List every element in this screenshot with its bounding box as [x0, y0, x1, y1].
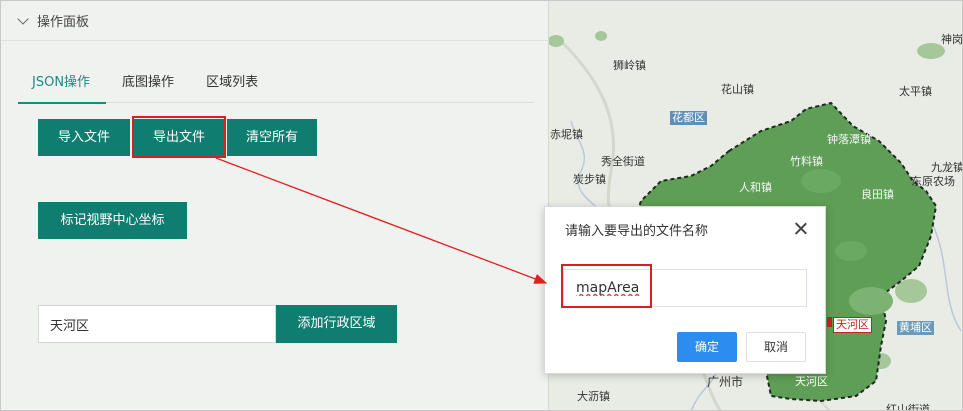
map-label-dali: 大沥镇 — [577, 390, 610, 403]
confirm-button[interactable]: 确定 — [677, 332, 737, 362]
export-highlight-box — [132, 116, 226, 158]
map-label-huashan: 花山镇 — [721, 83, 754, 96]
map-label-shenjing: 神岗 — [941, 33, 963, 46]
tab-basemap[interactable]: 底图操作 — [106, 65, 190, 103]
map-label-zhonglouta: 钟落潭镇 — [827, 133, 871, 146]
map-badge-huangpu: 黄埔区 — [897, 321, 934, 335]
close-icon[interactable] — [793, 221, 809, 237]
map-label-shiling: 狮岭镇 — [613, 59, 646, 72]
cancel-button[interactable]: 取消 — [746, 332, 806, 362]
panel-tabs: JSON操作 底图操作 区域列表 — [18, 65, 534, 104]
clear-all-button[interactable]: 清空所有 — [227, 119, 317, 156]
map-label-liangtian: 良田镇 — [861, 188, 894, 201]
map-label-renhe: 人和镇 — [739, 181, 772, 194]
import-file-button[interactable]: 导入文件 — [38, 119, 130, 156]
tab-json[interactable]: JSON操作 — [18, 65, 107, 104]
map-label-guangzhou: 广州市 — [707, 375, 744, 389]
export-dialog: 请输入要导出的文件名称 确定 取消 — [544, 206, 826, 374]
chevron-down-icon[interactable] — [17, 15, 29, 27]
map-label-dongyuan: 东原农场 — [911, 175, 955, 188]
tab-region-list[interactable]: 区域列表 — [190, 65, 274, 103]
map-label-chini: 赤坭镇 — [550, 128, 583, 141]
mark-view-center-button[interactable]: 标记视野中心坐标 — [38, 202, 187, 239]
filename-input[interactable] — [563, 269, 807, 307]
map-label-zhuliao: 竹料镇 — [790, 155, 823, 168]
map-badge-tianhe-red: 天河区 — [833, 317, 872, 333]
dialog-title: 请输入要导出的文件名称 — [565, 224, 709, 239]
map-label-xiuquan: 秀全街道 — [601, 155, 645, 168]
district-input[interactable] — [38, 305, 276, 343]
panel-title: 操作面板 — [37, 15, 90, 30]
map-label-taiping: 太平镇 — [899, 85, 932, 98]
panel-header[interactable]: 操作面板 — [1, 1, 548, 41]
add-district-button[interactable]: 添加行政区域 — [276, 305, 397, 343]
map-label-tanbu: 炭步镇 — [573, 173, 606, 186]
operation-panel: 操作面板 JSON操作 底图操作 区域列表 导入文件 导出文件 清空所有 标记视… — [1, 1, 549, 410]
map-badge-tianhe-green: 天河区 — [793, 375, 830, 389]
map-label-hongshan: 红山街道 — [886, 403, 930, 411]
map-badge-huadu: 花都区 — [670, 111, 707, 125]
app-frame: 神岗 狮岭镇 花山镇 太平镇 花都区 赤坭镇 钟落潭镇 秀全街道 竹料镇 九龙镇… — [0, 0, 963, 411]
